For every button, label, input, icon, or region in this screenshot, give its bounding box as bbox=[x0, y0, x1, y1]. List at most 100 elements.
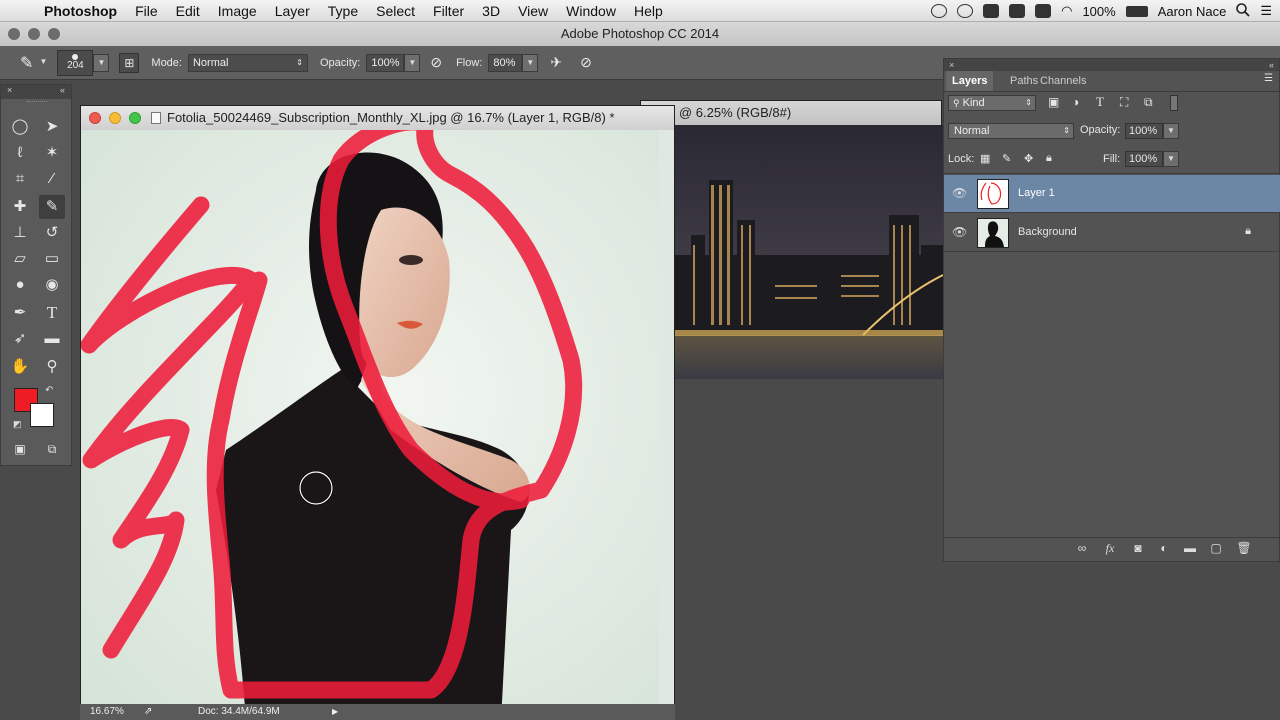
minimize-window-button[interactable] bbox=[28, 28, 40, 40]
menu-edit[interactable]: Edit bbox=[167, 3, 209, 19]
new-group-icon[interactable]: ▬ bbox=[1182, 540, 1198, 556]
menu-file[interactable]: File bbox=[126, 3, 167, 19]
notification-center-icon[interactable]: ☰ bbox=[1260, 3, 1272, 19]
airplay-icon[interactable] bbox=[1035, 4, 1052, 18]
filter-adjustment-icon[interactable]: ◑ bbox=[1072, 95, 1079, 109]
layer-name[interactable]: Background bbox=[1018, 226, 1077, 238]
stamp-icon[interactable]: ⊥ bbox=[7, 221, 33, 245]
layer-row-background[interactable]: 👁︎ Background 🔒︎ bbox=[944, 214, 1280, 252]
menu-layer[interactable]: Layer bbox=[266, 3, 319, 19]
history-brush-icon[interactable]: ↺ bbox=[39, 221, 65, 245]
fill-input[interactable]: 100% bbox=[1125, 151, 1163, 167]
doc-minimize-button[interactable] bbox=[109, 112, 121, 124]
panel-header[interactable]: × « bbox=[944, 59, 1279, 71]
wifi-icon[interactable]: ◠ bbox=[1061, 3, 1072, 19]
panel-menu-icon[interactable]: ☰ bbox=[1264, 73, 1273, 84]
menu-view[interactable]: View bbox=[509, 3, 557, 19]
screen-mode-icon[interactable]: ⧉ bbox=[39, 437, 65, 461]
document-tab-portrait[interactable]: Fotolia_50024469_Subscription_Monthly_XL… bbox=[81, 106, 674, 130]
filter-toggle[interactable] bbox=[1170, 95, 1178, 111]
menu-3d[interactable]: 3D bbox=[473, 3, 509, 19]
gradient-icon[interactable]: ▭ bbox=[39, 247, 65, 271]
flow-input[interactable]: 80% bbox=[488, 53, 523, 72]
menu-help[interactable]: Help bbox=[625, 3, 672, 19]
layer-name[interactable]: Layer 1 bbox=[1018, 187, 1055, 199]
zoom-level[interactable]: 16.67% bbox=[90, 704, 124, 720]
brush-panel-toggle-icon[interactable]: ⊞ bbox=[119, 52, 140, 73]
toolbox-grip[interactable] bbox=[27, 101, 47, 104]
new-adjustment-layer-icon[interactable]: ◐ bbox=[1156, 540, 1172, 556]
zoom-icon[interactable]: ⚲ bbox=[39, 355, 65, 379]
layer-style-fx-icon[interactable]: fx bbox=[1102, 540, 1118, 556]
crop-icon[interactable]: ⌗ bbox=[7, 167, 33, 191]
menu-window[interactable]: Window bbox=[557, 3, 625, 19]
delete-layer-icon[interactable]: 🗑︎ bbox=[1236, 540, 1252, 556]
close-window-button[interactable] bbox=[8, 28, 20, 40]
export-icon[interactable]: ⇗ bbox=[144, 704, 152, 720]
filter-kind-select[interactable]: ⚲ Kind ⇕ bbox=[948, 95, 1036, 111]
creative-cloud-icon[interactable] bbox=[931, 4, 948, 18]
toolbox-header[interactable]: × « bbox=[1, 85, 71, 99]
user-name[interactable]: Aaron Nace bbox=[1158, 4, 1227, 19]
magic-wand-icon[interactable]: ✶ bbox=[39, 141, 65, 165]
menu-filter[interactable]: Filter bbox=[424, 3, 473, 19]
status-menu-arrow-icon[interactable]: ▶ bbox=[332, 704, 338, 720]
swap-colors-icon[interactable]: ↶ bbox=[45, 385, 53, 396]
link-layers-icon[interactable]: ∞ bbox=[1074, 540, 1090, 556]
eraser-icon[interactable]: ▱ bbox=[7, 247, 33, 271]
document-tab-city[interactable]: @ 6.25% (RGB/8#) bbox=[641, 101, 941, 125]
display-icon[interactable] bbox=[1009, 4, 1026, 18]
tool-preset-brush-icon[interactable]: ✎ bbox=[20, 53, 33, 73]
move-icon[interactable]: ➤ bbox=[39, 115, 65, 139]
evernote-icon[interactable] bbox=[983, 4, 1000, 18]
mode-select[interactable]: Normal ⇕ bbox=[187, 53, 308, 72]
pressure-size-icon[interactable]: ⊘ bbox=[580, 54, 592, 71]
visibility-eye-icon[interactable]: 👁︎ bbox=[952, 186, 967, 200]
brush-icon[interactable]: ✎ bbox=[39, 195, 65, 219]
dodge-icon[interactable]: ◉ bbox=[39, 273, 65, 297]
doc-zoom-button[interactable] bbox=[129, 112, 141, 124]
filter-smart-object-icon[interactable]: ⧉ bbox=[1144, 95, 1153, 110]
brush-preset-picker[interactable]: 204 bbox=[57, 49, 94, 76]
marquee-icon[interactable]: ◯ bbox=[7, 115, 33, 139]
pen-icon[interactable]: ✒ bbox=[7, 301, 33, 325]
quick-mask-icon[interactable]: ▣ bbox=[7, 437, 33, 461]
lasso-icon[interactable]: ℓ bbox=[7, 141, 33, 165]
lock-all-icon[interactable]: 🔒︎ bbox=[1046, 152, 1052, 165]
document-window-portrait[interactable]: Fotolia_50024469_Subscription_Monthly_XL… bbox=[80, 105, 675, 720]
filter-type-icon[interactable]: T bbox=[1096, 94, 1104, 110]
canvas-image[interactable] bbox=[81, 130, 659, 720]
tab-channels[interactable]: Channels bbox=[1034, 71, 1092, 91]
path-select-icon[interactable]: ➶ bbox=[7, 327, 33, 351]
airbrush-icon[interactable]: ✈ bbox=[550, 54, 562, 71]
flow-dropdown[interactable]: ▼ bbox=[522, 53, 539, 72]
blur-icon[interactable]: ● bbox=[7, 273, 33, 297]
lock-transparent-icon[interactable]: ▦ bbox=[980, 152, 990, 165]
menu-type[interactable]: Type bbox=[319, 3, 367, 19]
filter-shape-icon[interactable]: ⛶ bbox=[1120, 95, 1128, 110]
new-layer-icon[interactable]: ▢ bbox=[1208, 540, 1224, 556]
visibility-eye-icon[interactable]: 👁︎ bbox=[952, 225, 967, 239]
filter-pixel-icon[interactable]: ▣ bbox=[1048, 95, 1059, 109]
background-color-swatch[interactable] bbox=[30, 403, 54, 427]
opacity-dropdown[interactable]: ▼ bbox=[404, 53, 421, 72]
pressure-opacity-icon[interactable]: ⊘ bbox=[430, 54, 442, 71]
tool-preset-dropdown[interactable]: ▼ bbox=[35, 54, 51, 72]
brush-size-dropdown[interactable]: ▼ bbox=[93, 53, 110, 72]
layer-opacity-dropdown[interactable]: ▼ bbox=[1163, 123, 1179, 139]
zoom-window-button[interactable] bbox=[48, 28, 60, 40]
layer-row-layer-1[interactable]: 👁︎ Layer 1 bbox=[944, 175, 1280, 213]
healing-icon[interactable]: ✚ bbox=[7, 195, 33, 219]
menu-app-name[interactable]: Photoshop bbox=[40, 3, 126, 19]
add-mask-icon[interactable]: ◙ bbox=[1130, 540, 1146, 556]
type-icon[interactable]: T bbox=[39, 301, 65, 325]
layer-opacity-input[interactable]: 100% bbox=[1125, 123, 1163, 139]
default-colors-icon[interactable]: ◩ bbox=[13, 419, 22, 430]
lock-pixels-icon[interactable]: ✎ bbox=[1002, 152, 1011, 165]
lock-position-icon[interactable]: ✥ bbox=[1024, 152, 1033, 165]
fill-dropdown[interactable]: ▼ bbox=[1163, 151, 1179, 167]
shape-icon[interactable]: ▬ bbox=[39, 327, 65, 351]
spotlight-search-icon[interactable] bbox=[1236, 2, 1250, 20]
blend-mode-select[interactable]: Normal ⇕ bbox=[948, 123, 1074, 139]
menu-select[interactable]: Select bbox=[367, 3, 424, 19]
